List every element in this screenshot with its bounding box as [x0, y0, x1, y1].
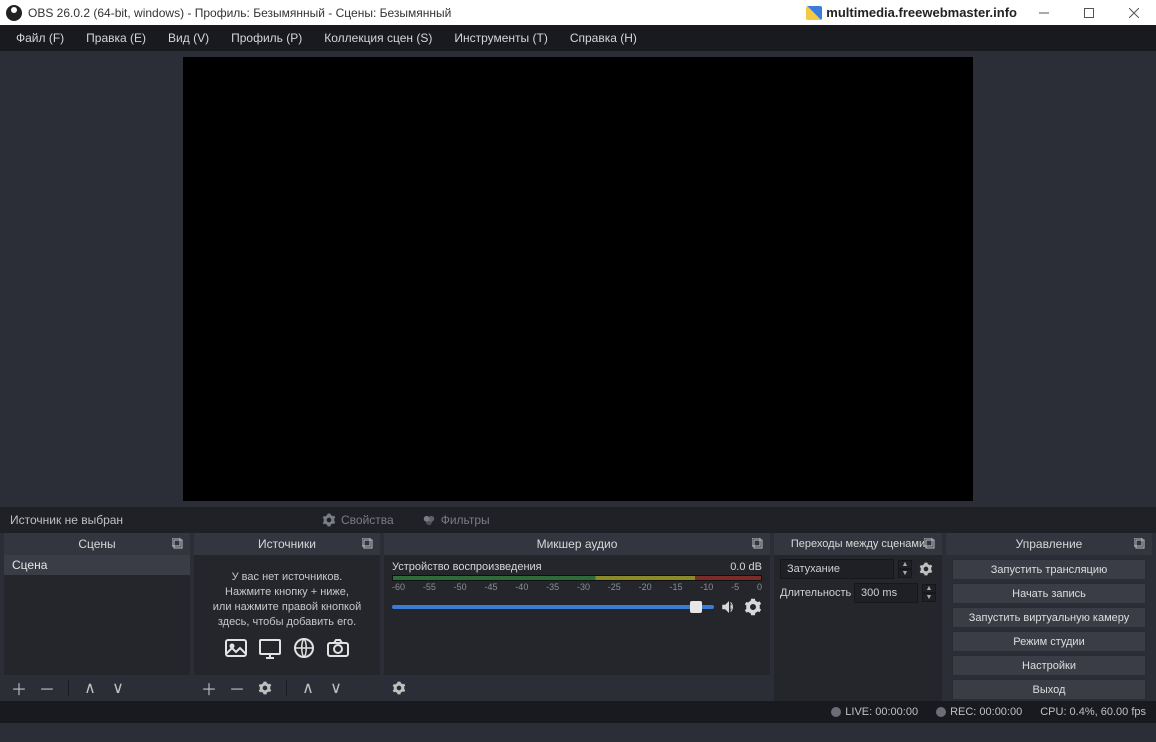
- gear-icon[interactable]: [744, 598, 762, 616]
- obs-app-icon: [6, 5, 22, 21]
- popout-icon[interactable]: [922, 536, 938, 552]
- watermark-text: multimedia.freewebmaster.info: [826, 5, 1017, 20]
- transition-spin[interactable]: ▲▼: [898, 560, 912, 578]
- scenes-header[interactable]: Сцены: [4, 533, 190, 555]
- menu-tools[interactable]: Инструменты (T): [444, 27, 557, 49]
- menu-profile[interactable]: Профиль (P): [221, 27, 312, 49]
- transition-settings-button[interactable]: [916, 559, 936, 579]
- sources-dock: Источники У вас нет источников. Нажмите …: [194, 533, 380, 701]
- mixer-toolbar: [384, 675, 770, 701]
- image-icon: [224, 636, 248, 660]
- transition-select[interactable]: Затухание: [780, 559, 894, 579]
- scene-move-up-button[interactable]: ∧: [81, 679, 99, 697]
- watermark: multimedia.freewebmaster.info: [806, 5, 1017, 20]
- audio-meter: [392, 575, 762, 581]
- sources-toolbar: ＋ － ∧ ∨: [194, 675, 380, 701]
- start-stream-button[interactable]: Запустить трансляцию: [952, 559, 1146, 580]
- rec-dot-icon: [936, 707, 946, 717]
- camera-icon: [326, 636, 350, 660]
- menu-scene-collection[interactable]: Коллекция сцен (S): [314, 27, 442, 49]
- transitions-dock: Переходы между сценами Затухание ▲▼ Длит…: [774, 533, 942, 701]
- menubar: Файл (F) Правка (E) Вид (V) Профиль (P) …: [0, 25, 1156, 51]
- transitions-header[interactable]: Переходы между сценами: [774, 533, 942, 555]
- status-rec: REC: 00:00:00: [936, 706, 1022, 718]
- window-title: OBS 26.0.2 (64-bit, windows) - Профиль: …: [28, 6, 451, 20]
- source-move-up-button[interactable]: ∧: [299, 679, 317, 697]
- popout-icon[interactable]: [170, 536, 186, 552]
- preview-area: [0, 51, 1156, 507]
- duration-spin[interactable]: ▲▼: [922, 584, 936, 602]
- dock-row: Сцены Сцена ＋ － ∧ ∨ Источники У вас нет …: [0, 533, 1156, 701]
- settings-button[interactable]: Настройки: [952, 655, 1146, 676]
- status-live: LIVE: 00:00:00: [831, 706, 918, 718]
- source-move-down-button[interactable]: ∨: [327, 679, 345, 697]
- popout-icon[interactable]: [360, 536, 376, 552]
- audio-meter-ticks: -60-55-50-45-40-35-30-25-20-15-10-50: [392, 582, 762, 592]
- volume-slider[interactable]: [392, 605, 714, 609]
- scene-item[interactable]: Сцена: [4, 555, 190, 575]
- window-minimize-button[interactable]: [1021, 0, 1066, 25]
- gear-icon: [322, 513, 336, 527]
- status-cpu: CPU: 0.4%, 60.00 fps: [1040, 706, 1146, 718]
- studio-mode-button[interactable]: Режим студии: [952, 631, 1146, 652]
- popout-icon[interactable]: [1132, 536, 1148, 552]
- statusbar: LIVE: 00:00:00 REC: 00:00:00 CPU: 0.4%, …: [0, 701, 1156, 723]
- menu-file[interactable]: Файл (F): [6, 27, 74, 49]
- mixer-level-label: 0.0 dB: [730, 561, 762, 573]
- scene-move-down-button[interactable]: ∨: [109, 679, 127, 697]
- source-settings-button[interactable]: [256, 679, 274, 697]
- controls-header[interactable]: Управление: [946, 533, 1152, 555]
- scenes-toolbar: ＋ － ∧ ∨: [4, 675, 190, 701]
- menu-help[interactable]: Справка (H): [560, 27, 647, 49]
- start-virtualcam-button[interactable]: Запустить виртуальную камеру: [952, 607, 1146, 628]
- window-close-button[interactable]: [1111, 0, 1156, 25]
- controls-dock: Управление Запустить трансляцию Начать з…: [946, 533, 1152, 701]
- sources-header[interactable]: Источники: [194, 533, 380, 555]
- globe-icon: [292, 636, 316, 660]
- filters-icon: [422, 513, 436, 527]
- preview-canvas[interactable]: [183, 57, 973, 501]
- window-maximize-button[interactable]: [1066, 0, 1111, 25]
- display-icon: [258, 636, 282, 660]
- menu-edit[interactable]: Правка (E): [76, 27, 156, 49]
- duration-input[interactable]: 300 ms: [854, 583, 918, 603]
- source-info-bar: Источник не выбран Свойства Фильтры: [0, 507, 1156, 533]
- audio-mixer-header[interactable]: Микшер аудио: [384, 533, 770, 555]
- start-record-button[interactable]: Начать запись: [952, 583, 1146, 604]
- mixer-device-label: Устройство воспроизведения: [392, 561, 542, 573]
- filters-button[interactable]: Фильтры: [416, 511, 496, 529]
- exit-button[interactable]: Выход: [952, 679, 1146, 700]
- source-add-button[interactable]: ＋: [200, 679, 218, 697]
- speaker-icon[interactable]: [720, 598, 738, 616]
- properties-button[interactable]: Свойства: [316, 511, 400, 529]
- popout-icon[interactable]: [750, 536, 766, 552]
- scene-add-button[interactable]: ＋: [10, 679, 28, 697]
- scenes-dock: Сцены Сцена ＋ － ∧ ∨: [4, 533, 190, 701]
- window-titlebar: OBS 26.0.2 (64-bit, windows) - Профиль: …: [0, 0, 1156, 25]
- watermark-icon: [806, 6, 822, 20]
- source-remove-button[interactable]: －: [228, 679, 246, 697]
- selected-source-label: Источник не выбран: [10, 513, 300, 527]
- mixer-settings-button[interactable]: [390, 679, 408, 697]
- scene-remove-button[interactable]: －: [38, 679, 56, 697]
- audio-mixer-dock: Микшер аудио Устройство воспроизведения …: [384, 533, 770, 701]
- sources-empty-state[interactable]: У вас нет источников. Нажмите кнопку + н…: [194, 555, 380, 675]
- menu-view[interactable]: Вид (V): [158, 27, 219, 49]
- live-dot-icon: [831, 707, 841, 717]
- duration-label: Длительность: [780, 587, 850, 599]
